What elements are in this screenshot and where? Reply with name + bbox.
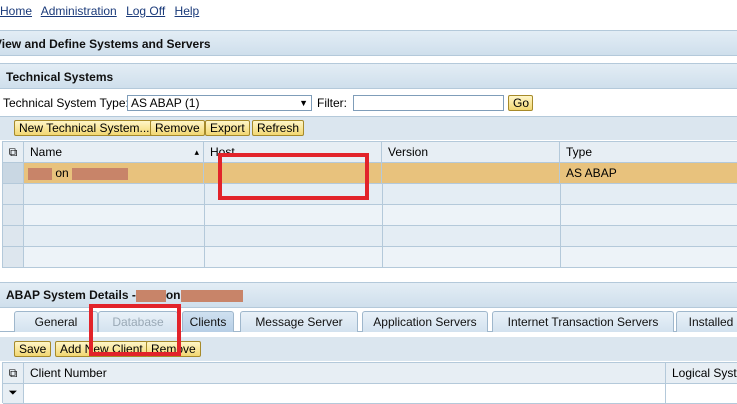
- top-nav: Home Administration Log Off Help: [0, 4, 205, 20]
- empty-table-row: [24, 184, 737, 205]
- table-row-version[interactable]: [382, 163, 560, 184]
- system-type-value: AS ABAP (1): [131, 96, 200, 110]
- row-selector[interactable]: [3, 247, 24, 268]
- help-link[interactable]: Help: [175, 4, 200, 18]
- tab-application-servers[interactable]: Application Servers: [362, 311, 488, 332]
- column-header-version[interactable]: Version: [382, 142, 560, 163]
- tab-installed[interactable]: Installed: [676, 311, 737, 332]
- row-name-separator: on: [55, 166, 69, 180]
- empty-table-row: [24, 226, 737, 247]
- column-header-logical-system[interactable]: Logical System: [666, 363, 737, 384]
- filter-input[interactable]: [353, 95, 504, 111]
- technical-systems-table: ⧉ Name ▴ Host Version Type on AS ABAP: [2, 141, 737, 268]
- home-link[interactable]: Home: [0, 4, 32, 18]
- column-header-name[interactable]: Name ▴: [24, 142, 204, 163]
- system-details-title: ABAP System Details -: [6, 288, 136, 302]
- column-divider: [560, 184, 561, 268]
- system-details-separator: on: [165, 288, 181, 302]
- column-divider: [204, 184, 205, 268]
- filter-label: Filter:: [317, 96, 347, 110]
- filter-row[interactable]: [666, 384, 737, 404]
- new-technical-system-button[interactable]: New Technical System...: [14, 120, 155, 136]
- row-selector[interactable]: [3, 226, 24, 247]
- column-settings-icon[interactable]: ⧉: [3, 142, 24, 163]
- column-header-type[interactable]: Type: [560, 142, 737, 163]
- empty-table-row: [24, 247, 737, 268]
- technical-systems-header: Technical Systems: [0, 63, 737, 89]
- administration-link[interactable]: Administration: [41, 4, 117, 18]
- clients-table: ⧉ Client Number Logical System ⏷: [2, 362, 737, 404]
- page-title-bar: View and Define Systems and Servers: [0, 30, 737, 56]
- filter-icon[interactable]: ⏷: [3, 384, 24, 404]
- redacted-text: [72, 167, 129, 180]
- row-selector[interactable]: [3, 163, 24, 184]
- column-header-name-label: Name: [30, 145, 63, 159]
- tab-clients[interactable]: Clients: [182, 311, 234, 332]
- table-row-type[interactable]: AS ABAP: [560, 163, 737, 184]
- column-settings-icon[interactable]: ⧉: [3, 363, 24, 384]
- system-type-select[interactable]: AS ABAP (1) ▼: [127, 95, 312, 111]
- column-header-client-number[interactable]: Client Number: [24, 363, 666, 384]
- redacted-text: [28, 167, 52, 180]
- refresh-button[interactable]: Refresh: [252, 120, 305, 136]
- tab-general[interactable]: General: [14, 311, 98, 332]
- row-selector[interactable]: [3, 205, 24, 226]
- redacted-text: [180, 289, 243, 302]
- redacted-text: [135, 289, 166, 302]
- empty-table-row: [24, 205, 737, 226]
- column-divider: [382, 184, 383, 268]
- go-button[interactable]: Go: [508, 95, 533, 111]
- chevron-down-icon: ▼: [299, 98, 308, 108]
- page-title: View and Define Systems and Servers: [0, 37, 211, 51]
- technical-systems-title: Technical Systems: [6, 70, 114, 84]
- sort-icon[interactable]: ▴: [194, 142, 199, 162]
- save-button[interactable]: Save: [14, 341, 52, 357]
- annotation-highlight-database-tab: [89, 304, 181, 356]
- table-row-name[interactable]: on: [24, 163, 204, 184]
- filter-row[interactable]: [24, 384, 666, 404]
- tab-internet-transaction-servers[interactable]: Internet Transaction Servers: [492, 311, 674, 332]
- remove-system-button[interactable]: Remove: [150, 120, 205, 136]
- annotation-highlight-host: [218, 153, 369, 200]
- tab-message-server[interactable]: Message Server: [240, 311, 358, 332]
- export-button[interactable]: Export: [205, 120, 250, 136]
- row-selector[interactable]: [3, 184, 24, 205]
- logoff-link[interactable]: Log Off: [126, 4, 165, 18]
- system-type-label: Technical System Type:: [3, 96, 129, 110]
